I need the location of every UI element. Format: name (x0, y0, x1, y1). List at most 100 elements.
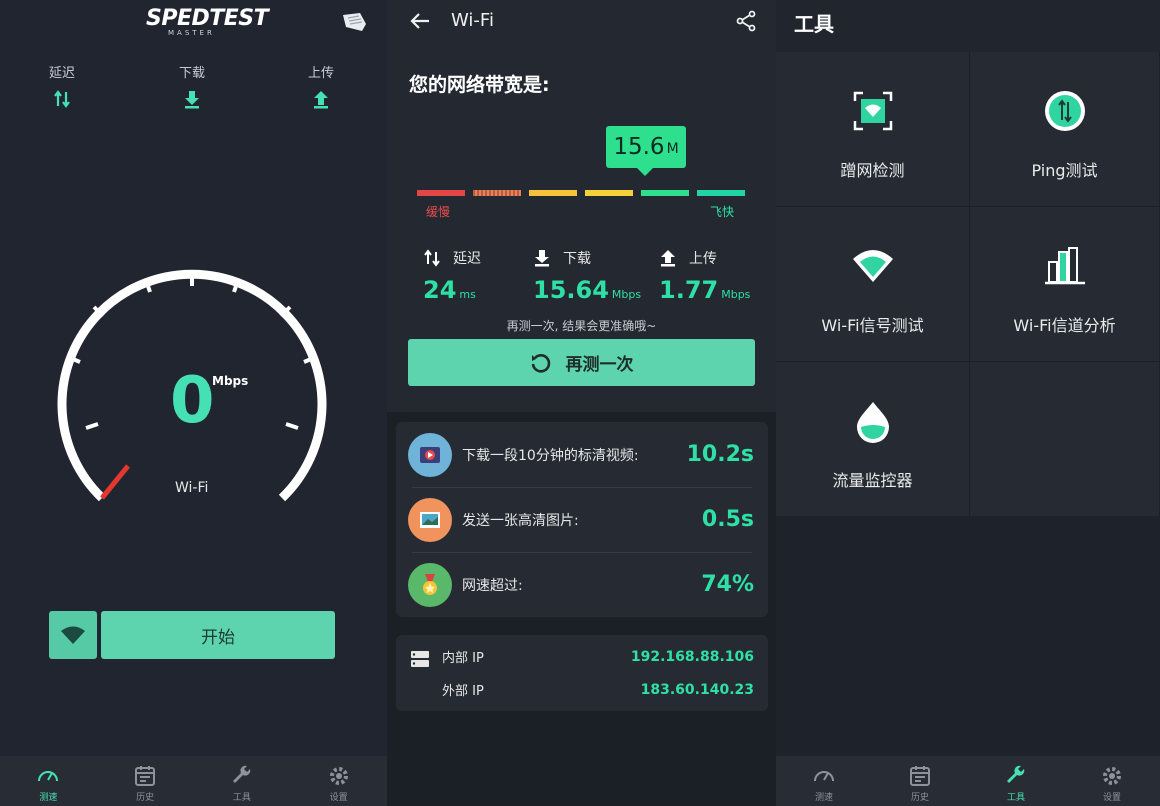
tool-empty-slot (970, 362, 1160, 517)
scale-segment (585, 190, 633, 196)
tool-wifi-signal-test[interactable]: Wi-Fi信号测试 (776, 207, 970, 362)
gear-icon (1103, 767, 1121, 785)
image-icon (408, 497, 452, 542)
scale-segment (697, 190, 745, 196)
latency-label: 延迟 (48, 66, 75, 81)
calendar-icon (135, 766, 156, 786)
tab-label: 历史 (136, 793, 155, 803)
start-button[interactable]: 开始 (101, 611, 335, 659)
retest-button[interactable]: 再测一次 (408, 339, 755, 386)
latency-label: 延迟 (453, 251, 481, 267)
upload-label: 上传 (689, 251, 717, 267)
ping-icon (1044, 91, 1085, 131)
tab-settings[interactable]: 设置 (1064, 756, 1160, 806)
tab-history[interactable]: 历史 (872, 756, 968, 806)
external-ip-row: 外部 IP 183.60.140.23 (396, 673, 768, 706)
estimate-label: 网速超过: (462, 577, 523, 594)
calendar-icon (910, 766, 930, 786)
scale-segment (473, 190, 521, 196)
latency-icon (424, 249, 440, 267)
speedometer-icon (814, 771, 834, 782)
latency-icon (54, 90, 70, 108)
tab-speedtest[interactable]: 测速 (776, 756, 872, 806)
internal-ip-label: 内部 IP (442, 651, 484, 666)
medal-icon (408, 562, 452, 607)
tab-tools[interactable]: 工具 (194, 756, 291, 806)
estimate-label: 发送一张高清图片: (462, 512, 579, 529)
estimate-value: 74% (701, 572, 754, 597)
external-ip-label: 外部 IP (442, 684, 484, 699)
wifi-icon (61, 626, 85, 644)
gauge-value: 0 (170, 364, 215, 438)
server-icon (411, 651, 429, 667)
download-label: 下载 (563, 251, 591, 267)
tools-background (776, 516, 1160, 756)
bandwidth-title: 您的网络带宽是: (409, 74, 550, 96)
tab-label: 工具 (1006, 793, 1025, 803)
tab-speedtest[interactable]: 测速 (0, 756, 97, 806)
speedtest-panel: SPEDTEST MASTER 延迟 下载 上传 0 Mbps Wi-Fi 开始… (0, 0, 387, 806)
tab-history[interactable]: 历史 (97, 756, 194, 806)
wifi-signal-icon (852, 250, 893, 282)
tab-tools[interactable]: 工具 (968, 756, 1064, 806)
page-title: Wi-Fi (451, 10, 494, 31)
tool-wifi-channel-analysis[interactable]: Wi-Fi信道分析 (970, 207, 1160, 362)
stat-download: 下载 15.64 Mbps (533, 248, 641, 304)
download-value: 15.64 (533, 276, 609, 304)
tab-label: 设置 (329, 793, 348, 803)
scale-slow-label: 缓慢 (426, 205, 451, 219)
scale-fast-label: 飞快 (710, 205, 735, 219)
tool-traffic-monitor[interactable]: 流量监控器 (776, 362, 970, 517)
speed-unit: M (666, 141, 679, 157)
gauge-unit: Mbps (212, 374, 249, 388)
channel-chart-icon (1044, 247, 1085, 285)
tab-bar: 测速 历史 工具 设置 (0, 756, 387, 806)
gear-icon (329, 767, 348, 785)
tools-grid: 蹭网检测 Ping测试 Wi-Fi信号测试 Wi-Fi信道分析 流量监控器 (776, 52, 1160, 517)
tool-label: 流量监控器 (832, 471, 913, 490)
tab-settings[interactable]: 设置 (290, 756, 387, 806)
latency-unit: ms (459, 288, 476, 301)
scale-segment (641, 190, 689, 196)
tool-label: Ping测试 (1031, 161, 1098, 180)
tape-icon[interactable] (340, 10, 368, 34)
tool-label: Wi-Fi信道分析 (1013, 316, 1116, 335)
video-icon (408, 432, 452, 477)
scale-segment (529, 190, 577, 196)
tool-label: 蹭网检测 (840, 161, 905, 180)
wifi-button[interactable] (49, 611, 97, 659)
app-logo: SPEDTEST (146, 6, 269, 31)
tool-ping-test[interactable]: Ping测试 (970, 52, 1160, 207)
tools-panel: 工具 蹭网检测 Ping测试 Wi-Fi信号测试 Wi-Fi信道分析 流量监控器… (776, 0, 1160, 806)
upload-icon (661, 250, 675, 267)
download-icon (185, 91, 199, 109)
tab-label: 历史 (910, 793, 929, 803)
metric-latency: 延迟 (32, 62, 92, 109)
speed-value: 15.6 (613, 134, 665, 160)
tab-label: 测速 (814, 793, 833, 803)
metric-upload: 上传 (291, 62, 351, 109)
latency-value: 24 (423, 276, 457, 304)
tool-label: Wi-Fi信号测试 (821, 316, 924, 335)
tab-bar: 测速 历史 工具 设置 (776, 756, 1160, 806)
tab-label: 设置 (1102, 793, 1121, 803)
speedometer-icon (38, 771, 59, 782)
back-arrow-icon[interactable] (409, 10, 431, 32)
tab-label: 工具 (232, 793, 251, 803)
external-ip-value: 183.60.140.23 (640, 681, 754, 698)
metric-download: 下载 (162, 62, 222, 109)
tool-wifi-leech-detect[interactable]: 蹭网检测 (776, 52, 970, 207)
tools-title: 工具 (794, 12, 834, 36)
upload-label: 上传 (307, 66, 334, 81)
download-icon (535, 250, 549, 267)
download-unit: Mbps (611, 288, 642, 301)
refresh-icon (531, 353, 550, 373)
network-name: Wi-Fi (175, 480, 209, 496)
result-panel: Wi-Fi 您的网络带宽是: 15.6 M 缓慢 飞快 延迟 24 ms 下载 15… (387, 0, 776, 806)
share-icon[interactable] (735, 10, 757, 32)
estimate-row-rank: 网速超过: 74% (396, 552, 768, 617)
scale-segment (417, 190, 465, 196)
upload-unit: Mbps (721, 288, 751, 301)
estimate-row-video: 下载一段10分钟的标清视频: 10.2s (396, 422, 768, 487)
estimate-card: 下载一段10分钟的标清视频: 10.2s 发送一张高清图片: 0.5s 网速超过… (396, 422, 768, 617)
